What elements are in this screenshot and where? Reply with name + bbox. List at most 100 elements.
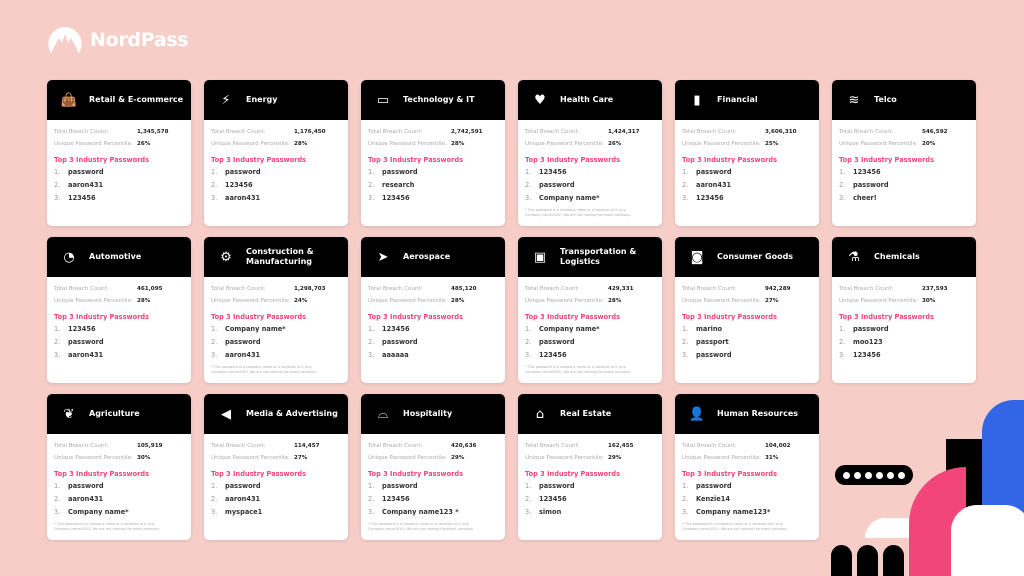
rank: 1. <box>368 482 375 490</box>
password-item: 3. aaron431 <box>211 192 341 205</box>
password-item: 3. Company name123* <box>682 506 812 519</box>
card-header: 👤 Human Resources <box>675 394 819 434</box>
percentile-label: Unique Password Percentile: <box>368 298 447 304</box>
breach-label: Total Breach Count: <box>368 129 423 135</box>
card-body: Total Breach Count: 105,919 Unique Passwo… <box>47 434 191 531</box>
password-text: aaron431 <box>225 351 261 359</box>
password-item: 2. 123456 <box>211 179 341 192</box>
password-item: 1. marino <box>682 323 812 336</box>
industry-title: Energy <box>246 95 278 104</box>
password-text: password <box>539 338 575 346</box>
top3-heading: Top 3 Industry Passwords <box>682 156 778 164</box>
breach-count: 942,289 <box>765 286 791 292</box>
password-text: aaron431 <box>68 181 104 189</box>
top3-heading: Top 3 Industry Passwords <box>211 313 307 321</box>
percentile-label: Unique Password Percentile: <box>682 298 761 304</box>
breach-count: 1,298,703 <box>294 286 326 292</box>
card-body: Total Breach Count: 429,331 Unique Passwo… <box>518 277 662 374</box>
breach-label: Total Breach Count: <box>54 443 109 449</box>
breach-label: Total Breach Count: <box>211 129 266 135</box>
industry-card: ⚙ Construction & Manufacturing Total Bre… <box>204 237 348 383</box>
percentile-label: Unique Password Percentile: <box>54 141 133 147</box>
password-text: aaron431 <box>696 181 732 189</box>
percentile-value: 31% <box>765 455 779 461</box>
password-item: 2. password <box>839 179 969 192</box>
password-text: password <box>382 168 418 176</box>
password-text: Company name123 * <box>382 508 459 516</box>
mountain-logo-icon <box>48 27 82 53</box>
percentile-value: 28% <box>294 141 308 147</box>
password-text: myspace1 <box>225 508 263 516</box>
flask-icon: ⚗ <box>848 249 860 265</box>
breach-label: Total Breach Count: <box>839 286 894 292</box>
industry-card: ➤ Aerospace Total Breach Count: 485,120 U… <box>361 237 505 383</box>
breach-label: Total Breach Count: <box>682 286 737 292</box>
rank: 3. <box>54 194 61 202</box>
industry-card: ⚗ Chemicals Total Breach Count: 237,593 U… <box>832 237 976 383</box>
rank: 3. <box>525 508 532 516</box>
top3-heading: Top 3 Industry Passwords <box>211 156 307 164</box>
password-text: 123456 <box>696 194 724 202</box>
password-text: password <box>382 482 418 490</box>
percentile-value: 30% <box>137 455 151 461</box>
footnote: * This password is a company name or a v… <box>211 365 317 374</box>
breach-label: Total Breach Count: <box>368 443 423 449</box>
wifi-icon: ≋ <box>848 92 860 108</box>
rank: 2. <box>525 338 532 346</box>
footnote: * This password is a company name or a v… <box>368 522 474 531</box>
top3-heading: Top 3 Industry Passwords <box>525 470 621 478</box>
card-header: ◔ Automotive <box>47 237 191 277</box>
rank: 2. <box>368 338 375 346</box>
decor-white-arch <box>951 505 1024 576</box>
top3-heading: Top 3 Industry Passwords <box>368 313 464 321</box>
password-item: 3. 123456 <box>525 349 655 362</box>
card-body: Total Breach Count: 1,345,578 Unique Pass… <box>47 120 191 205</box>
password-item: 1. password <box>54 166 184 179</box>
industry-title: Agriculture <box>89 409 140 418</box>
percentile-label: Unique Password Percentile: <box>211 298 290 304</box>
card-header: ≋ Telco <box>832 80 976 120</box>
breach-count: 237,593 <box>922 286 948 292</box>
password-item: 1. password <box>525 480 655 493</box>
rank: 1. <box>839 325 846 333</box>
breach-count: 1,176,450 <box>294 129 326 135</box>
rank: 3. <box>839 351 846 359</box>
password-item: 3. simon <box>525 506 655 519</box>
bar-chart-icon: ▮ <box>693 92 701 108</box>
rank: 3. <box>525 351 532 359</box>
password-item: 3. Company name* <box>54 506 184 519</box>
password-dots-pill <box>835 465 913 485</box>
breach-count: 2,742,591 <box>451 129 483 135</box>
breach-label: Total Breach Count: <box>525 443 580 449</box>
password-item: 3. cheer! <box>839 192 969 205</box>
password-text: 123456 <box>539 351 567 359</box>
rank: 2. <box>682 338 689 346</box>
breach-count: 485,120 <box>451 286 477 292</box>
industry-card: ◙ Consumer Goods Total Breach Count: 942,… <box>675 237 819 383</box>
rank: 2. <box>682 181 689 189</box>
rank: 1. <box>211 325 218 333</box>
leaf-icon: ❦ <box>63 406 75 422</box>
breach-label: Total Breach Count: <box>682 129 737 135</box>
percentile-label: Unique Password Percentile: <box>839 298 918 304</box>
top3-heading: Top 3 Industry Passwords <box>525 156 621 164</box>
card-header: ⌓ Hospitality <box>361 394 505 434</box>
industry-card: ≋ Telco Total Breach Count: 546,592 Uniqu… <box>832 80 976 226</box>
card-body: Total Breach Count: 485,120 Unique Passwo… <box>361 277 505 362</box>
percentile-value: 27% <box>294 455 308 461</box>
password-text: password <box>696 482 732 490</box>
paper-plane-icon: ➤ <box>377 249 389 265</box>
industry-card: ▮ Financial Total Breach Count: 3,606,310… <box>675 80 819 226</box>
card-body: Total Breach Count: 162,455 Unique Passwo… <box>518 434 662 519</box>
password-item: 1. password <box>54 480 184 493</box>
rank: 3. <box>682 194 689 202</box>
card-body: Total Breach Count: 3,606,310 Unique Pass… <box>675 120 819 205</box>
breach-label: Total Breach Count: <box>839 129 894 135</box>
card-body: Total Breach Count: 942,289 Unique Passwo… <box>675 277 819 362</box>
card-header: ❦ Agriculture <box>47 394 191 434</box>
rank: 3. <box>211 508 218 516</box>
rank: 1. <box>682 325 689 333</box>
password-text: Company name* <box>68 508 129 516</box>
password-item: 3. aaaaaa <box>368 349 498 362</box>
password-item: 2. moo123 <box>839 336 969 349</box>
